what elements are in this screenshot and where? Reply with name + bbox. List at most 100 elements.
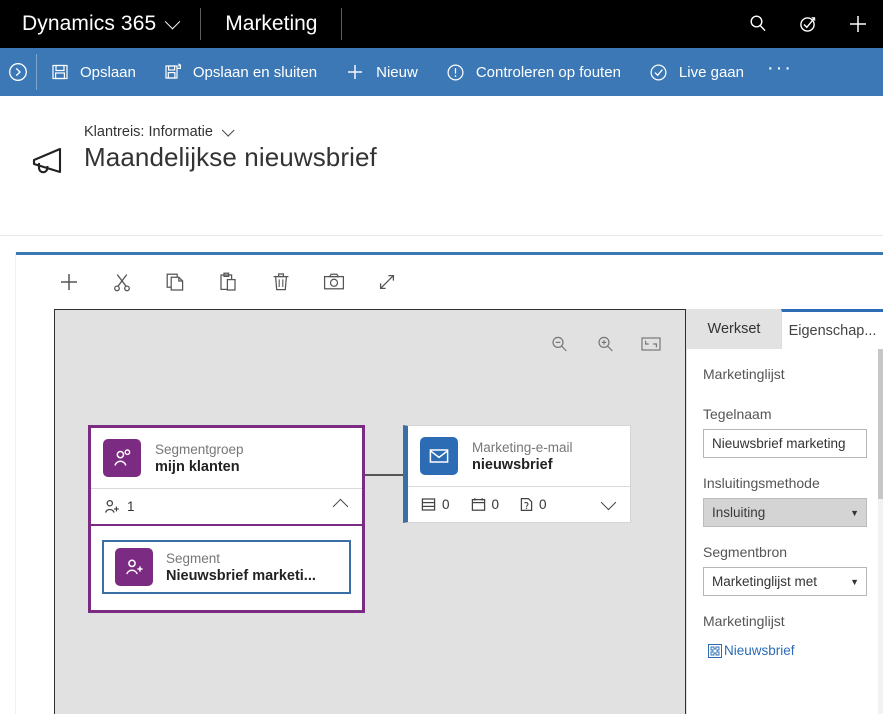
save-icon [52,64,68,80]
camera-icon [323,273,345,290]
designer-body: Segmentgroep mijn klanten 1 Segment Nieu… [16,309,883,714]
segment-group-header[interactable]: Segmentgroep mijn klanten [91,428,362,488]
new-command[interactable]: Nieuw [331,48,432,96]
zoom-out-button[interactable] [547,332,571,356]
chevron-down-icon [221,123,235,137]
envelope-icon [429,449,449,463]
top-nav-actions [733,0,883,48]
scissors-icon [114,274,130,292]
properties-panel: Werkset Eigenschap... Marketinglijst Teg… [686,309,883,714]
paste-button[interactable] [213,267,243,297]
segment-type: Segment [166,550,221,566]
breadcrumb[interactable]: Klantreis: Informatie [84,123,377,140]
check-errors-command[interactable]: Controleren op fouten [432,48,635,96]
error-check-icon [447,63,464,81]
tile-name-label: Tegelnaam [703,406,772,422]
segment-count-stat: 1 [103,498,135,515]
email-stat-question: 0 [519,496,547,513]
layout-icon [421,498,436,511]
quick-create-button[interactable] [833,0,883,48]
panel-section-title: Marketinglijst [703,366,785,382]
journey-canvas[interactable]: Segmentgroep mijn klanten 1 Segment Nieu… [54,309,686,714]
copy-button[interactable] [160,267,190,297]
caret-down-icon: ▼ [850,576,859,587]
cut-button[interactable] [107,267,137,297]
add-tile-button[interactable] [54,267,84,297]
inclusion-method-value: Insluiting [712,505,766,520]
snapshot-button[interactable] [319,267,349,297]
email-stat-layout-value: 0 [442,497,450,512]
tab-properties[interactable]: Eigenschap... [781,309,883,349]
go-live-command[interactable]: Live gaan [635,48,758,96]
segment-tile[interactable]: Segment Nieuwsbrief marketi... [102,540,351,594]
email-tile-labels: Marketing-e-mail nieuwsbrief [472,439,573,474]
canvas-zoom-controls [547,332,663,356]
designer-toolbar [16,255,883,309]
app-name[interactable]: Marketing [201,0,341,48]
chevron-down-icon[interactable] [600,494,617,510]
segment-group-labels: Segmentgroep mijn klanten [155,441,244,476]
assistant-button[interactable] [783,0,833,48]
inclusion-method-label: Insluitingsmethode [703,475,820,491]
zoom-in-button[interactable] [593,332,617,356]
tile-connector-line [365,474,405,476]
zoom-in-icon [597,336,613,351]
chevron-up-icon[interactable] [332,498,349,515]
question-doc-icon [520,497,533,512]
email-stat-calendar-value: 0 [491,497,500,512]
segment-icon-box [115,548,153,586]
segment-source-value: Marketinglijst met [712,574,818,589]
top-navigation-bar: Dynamics 365 Marketing [0,0,883,48]
breadcrumb-label: Klantreis: Informatie [84,124,213,140]
inclusion-method-select[interactable]: Insluiting ▼ [703,498,867,527]
marketing-list-lookup[interactable]: Nieuwsbrief [703,636,867,665]
new-label: Nieuw [376,63,418,81]
segment-group-tile[interactable]: Segmentgroep mijn klanten 1 Segment Nieu… [88,425,365,613]
left-rail [0,252,16,714]
segment-group-icon [114,449,131,466]
panel-scrollbar-thumb[interactable] [878,349,883,499]
add-person-icon [126,559,143,575]
plus-icon [850,16,866,32]
save-and-close-command[interactable]: Opslaan en sluiten [150,48,331,96]
email-tile-name: nieuwsbrief [472,456,553,473]
segment-group-footer: 1 [91,488,362,524]
panel-scrollbar[interactable] [878,349,883,714]
email-tile-header[interactable]: Marketing-e-mail nieuwsbrief [408,426,630,486]
journey-designer: Segmentgroep mijn klanten 1 Segment Nieu… [16,252,883,714]
expand-button[interactable] [372,267,402,297]
search-button[interactable] [733,0,783,48]
fit-to-screen-button[interactable] [639,332,663,356]
marketing-list-label: Marketinglijst [703,613,785,629]
segment-source-select[interactable]: Marketinglijst met ▼ [703,567,867,596]
fit-to-screen-icon [641,337,661,351]
tab-toolbox[interactable]: Werkset [687,309,781,349]
marketing-email-tile[interactable]: Marketing-e-mail nieuwsbrief 0 0 0 [403,425,631,523]
zoom-out-icon [551,336,567,351]
tile-name-input[interactable] [703,429,867,458]
delete-button[interactable] [266,267,296,297]
panel-tabs: Werkset Eigenschap... [687,309,883,349]
go-live-label: Live gaan [678,63,744,81]
back-button[interactable] [0,48,36,96]
save-command[interactable]: Opslaan [37,48,150,96]
trash-icon [273,273,289,291]
check-circle-icon [650,63,667,81]
segment-source-label: Segmentbron [703,544,788,560]
brand-menu[interactable]: Dynamics 365 [0,0,200,48]
segment-group-name: mijn klanten [155,458,240,475]
panel-body: Marketinglijst Tegelnaam Insluitingsmeth… [687,349,883,714]
overflow-menu-button[interactable]: ··· [758,48,802,96]
circle-chevron-right-icon [9,63,27,81]
dynamics-marketing-window: Dynamics 365 Marketing Opslaan Opslaan e… [0,0,883,714]
check-errors-label: Controleren op fouten [475,63,621,81]
segment-name: Nieuwsbrief marketi... [166,567,316,584]
marketing-list-value[interactable]: Nieuwsbrief [724,643,795,658]
email-icon-box [420,437,458,475]
segment-labels: Segment Nieuwsbrief marketi... [166,550,316,585]
